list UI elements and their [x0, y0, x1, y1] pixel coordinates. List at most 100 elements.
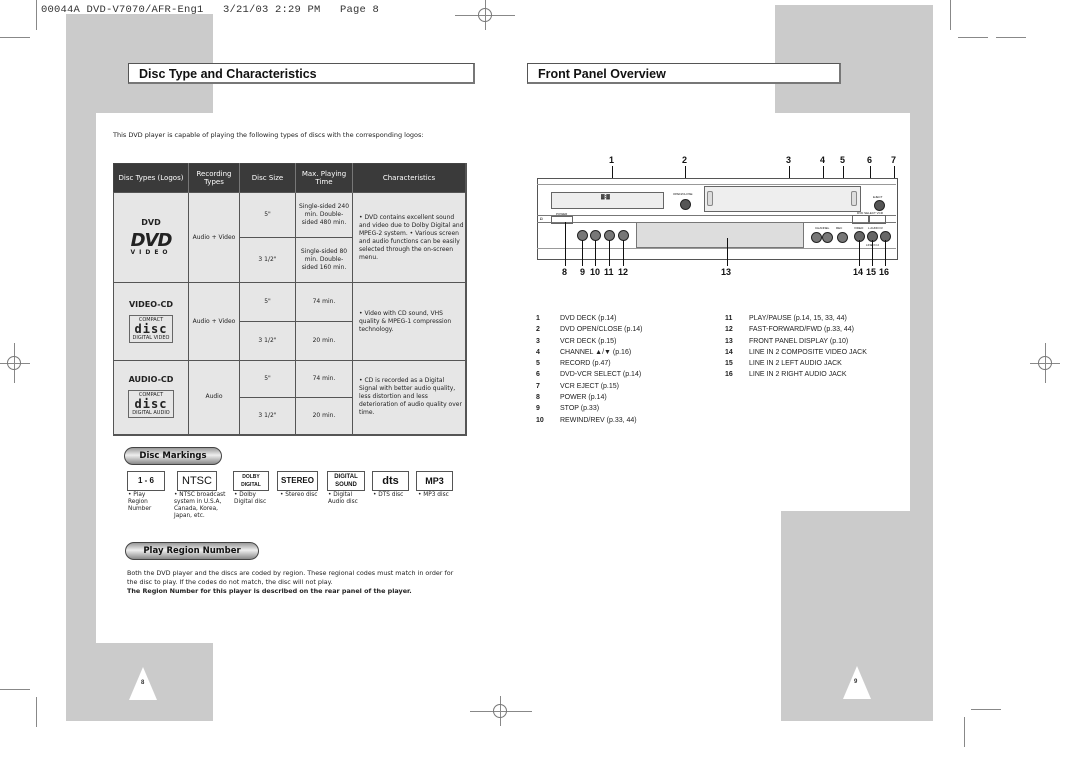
channel-label: CHANNEL — [815, 226, 830, 230]
callout-5: 5 — [840, 155, 846, 165]
part-label: FAST-FORWARD/FWD (p.33, 44) — [749, 326, 855, 334]
digital-sound-logo-text: DIGITAL SOUND — [334, 474, 358, 488]
playing-time: Single-sided 80 min. Double-sided 160 mi… — [295, 237, 353, 283]
region-number-logo-icon: 1 - 6 — [127, 471, 165, 491]
vcr-eject-button[interactable] — [874, 200, 885, 211]
play-region-bold: The Region Number for this player is des… — [127, 587, 412, 595]
page-number-left: 8 — [141, 680, 145, 686]
characteristics: • DVD contains excellent sound and video… — [352, 192, 467, 283]
header-disc-types: Disc Types (Logos) — [113, 163, 189, 193]
list-item: 10 REWIND/REV (p.33, 44) — [536, 415, 642, 426]
callout-6: 6 — [867, 155, 873, 165]
compact-disc-audio-logo-icon: COMPACT disc DIGITAL AUDIO — [128, 390, 174, 419]
part-number: 7 — [536, 382, 540, 390]
list-item: 5 RECORD (p.47) — [536, 358, 642, 369]
list-item: 16 LINE IN 2 RIGHT AUDIO JACK — [725, 369, 867, 380]
part-label: CHANNEL ▲/▼ (p.16) — [560, 348, 632, 356]
marking-desc-dts: • DTS disc — [373, 492, 404, 498]
marking-desc-ntsc: • NTSC broadcast system in U.S.A, Canada… — [174, 492, 226, 519]
list-item: 12 FAST-FORWARD/FWD (p.33, 44) — [725, 324, 867, 335]
disc-type-cell: DVD DVD VIDEO — [113, 192, 189, 283]
part-label: LINE IN 2 COMPOSITE VIDEO JACK — [749, 348, 867, 356]
header-recording-types: Recording Types — [188, 163, 240, 193]
dts-logo-icon: dts — [372, 471, 409, 491]
play-region-text: Both the DVD player and the discs are co… — [127, 569, 457, 596]
callout-8: 8 — [562, 267, 568, 277]
table-row: VIDEO-CD COMPACT disc DIGITAL VIDEO Audio … — [113, 282, 467, 361]
right-frame-top — [775, 5, 933, 113]
list-item: 2 DVD OPEN/CLOSE (p.14) — [536, 324, 642, 335]
disc-type-name: VIDEO-CD — [128, 299, 174, 309]
part-number: 2 — [536, 326, 540, 334]
callout-1: 1 — [609, 155, 615, 165]
dvd-open-close-button[interactable] — [680, 199, 691, 210]
marking-desc-stereo: • Stereo disc — [280, 492, 318, 498]
callout-2: 2 — [682, 155, 688, 165]
disc-size: 5" — [239, 282, 296, 322]
disc-size: 3 1/2" — [239, 321, 296, 361]
channel-up-button[interactable] — [822, 232, 833, 243]
intro-text: This DVD player is capable of playing th… — [113, 131, 424, 139]
recording-type: Audio + Video — [188, 192, 240, 283]
table-header-row: Disc Types (Logos) Recording Types Disc … — [113, 163, 467, 193]
dts-logo-text: dts — [382, 475, 399, 487]
list-item: 4 CHANNEL ▲/▼ (p.16) — [536, 347, 642, 358]
part-number: 5 — [536, 360, 540, 368]
vcr-select-button[interactable] — [869, 215, 886, 224]
callout-7: 7 — [891, 155, 897, 165]
list-item: 13 FRONT PANEL DISPLAY (p.10) — [725, 336, 867, 347]
part-number: 1 — [536, 315, 540, 322]
power-button[interactable] — [551, 216, 573, 224]
disc-size: 3 1/2" — [239, 237, 296, 283]
mp3-logo-icon: MP3 — [416, 471, 453, 491]
callout-16: 16 — [879, 267, 890, 277]
characteristics: • CD is recorded as a Digital Signal wit… — [352, 360, 467, 435]
dvd-select-button[interactable] — [852, 215, 869, 224]
recording-type: Audio + Video — [188, 282, 240, 361]
part-label: LINE IN 2 RIGHT AUDIO JACK — [749, 371, 847, 379]
part-label: STOP (p.33) — [560, 405, 600, 413]
characteristics: • Video with CD sound, VHS quality & MPE… — [352, 282, 467, 361]
marking-desc-region: • Play Region Number — [128, 492, 152, 512]
callout-14: 14 — [853, 267, 864, 277]
part-label: REWIND/REV (p.33, 44) — [560, 416, 637, 424]
channel-down-button[interactable] — [811, 232, 822, 243]
part-number: 15 — [725, 360, 733, 368]
list-item: 15 LINE IN 2 LEFT AUDIO JACK — [725, 358, 867, 369]
part-number: 8 — [536, 394, 540, 402]
dvd-logo-caption: VIDEO — [130, 248, 172, 256]
callout-4: 4 — [820, 155, 826, 165]
callout-12: 12 — [618, 267, 629, 277]
part-label: DVD DECK (p.14) — [560, 315, 617, 322]
callout-9: 9 — [580, 267, 586, 277]
record-button[interactable] — [837, 232, 848, 243]
rec-label: REC — [836, 226, 843, 230]
playing-time: 74 min. — [295, 360, 353, 398]
part-label: LINE IN 2 LEFT AUDIO JACK — [749, 360, 842, 368]
playing-time: 74 min. — [295, 282, 353, 322]
callout-11: 11 — [604, 267, 614, 277]
part-number: 11 — [725, 315, 733, 322]
digital-sound-logo-icon: DIGITAL SOUND — [327, 471, 365, 491]
list-item: 11 PLAY/PAUSE (p.14, 15, 33, 44) — [725, 313, 867, 324]
left-frame-strip — [66, 113, 96, 643]
stereo-logo-icon: STEREO — [277, 471, 318, 491]
table-row: AUDIO-CD COMPACT disc DIGITAL AUDIO Audio … — [113, 360, 467, 435]
stereo-logo-text: STEREO — [281, 476, 314, 485]
part-number: 4 — [536, 348, 540, 356]
part-label: PLAY/PAUSE (p.14, 15, 33, 44) — [749, 315, 847, 322]
play-region-heading: Play Region Number — [125, 542, 259, 560]
list-item: 14 LINE IN 2 COMPOSITE VIDEO JACK — [725, 347, 867, 358]
mp3-logo-text: MP3 — [425, 476, 444, 486]
part-number: 13 — [725, 337, 733, 345]
playing-time: 20 min. — [295, 397, 353, 435]
marking-desc-dolby: • Dolby Digital disc — [234, 492, 267, 505]
list-item: 7 VCR EJECT (p.15) — [536, 381, 642, 392]
callout-10: 10 — [590, 267, 601, 277]
disc-type-name: DVD — [141, 217, 161, 227]
ntsc-logo-text: NTSC — [182, 475, 212, 487]
part-label: VCR EJECT (p.15) — [560, 382, 619, 390]
disc-size: 3 1/2" — [239, 397, 296, 435]
table-row: DVD DVD VIDEO Audio + Video 5" Single-si… — [113, 192, 467, 283]
video-label: VIDEO — [854, 226, 864, 230]
